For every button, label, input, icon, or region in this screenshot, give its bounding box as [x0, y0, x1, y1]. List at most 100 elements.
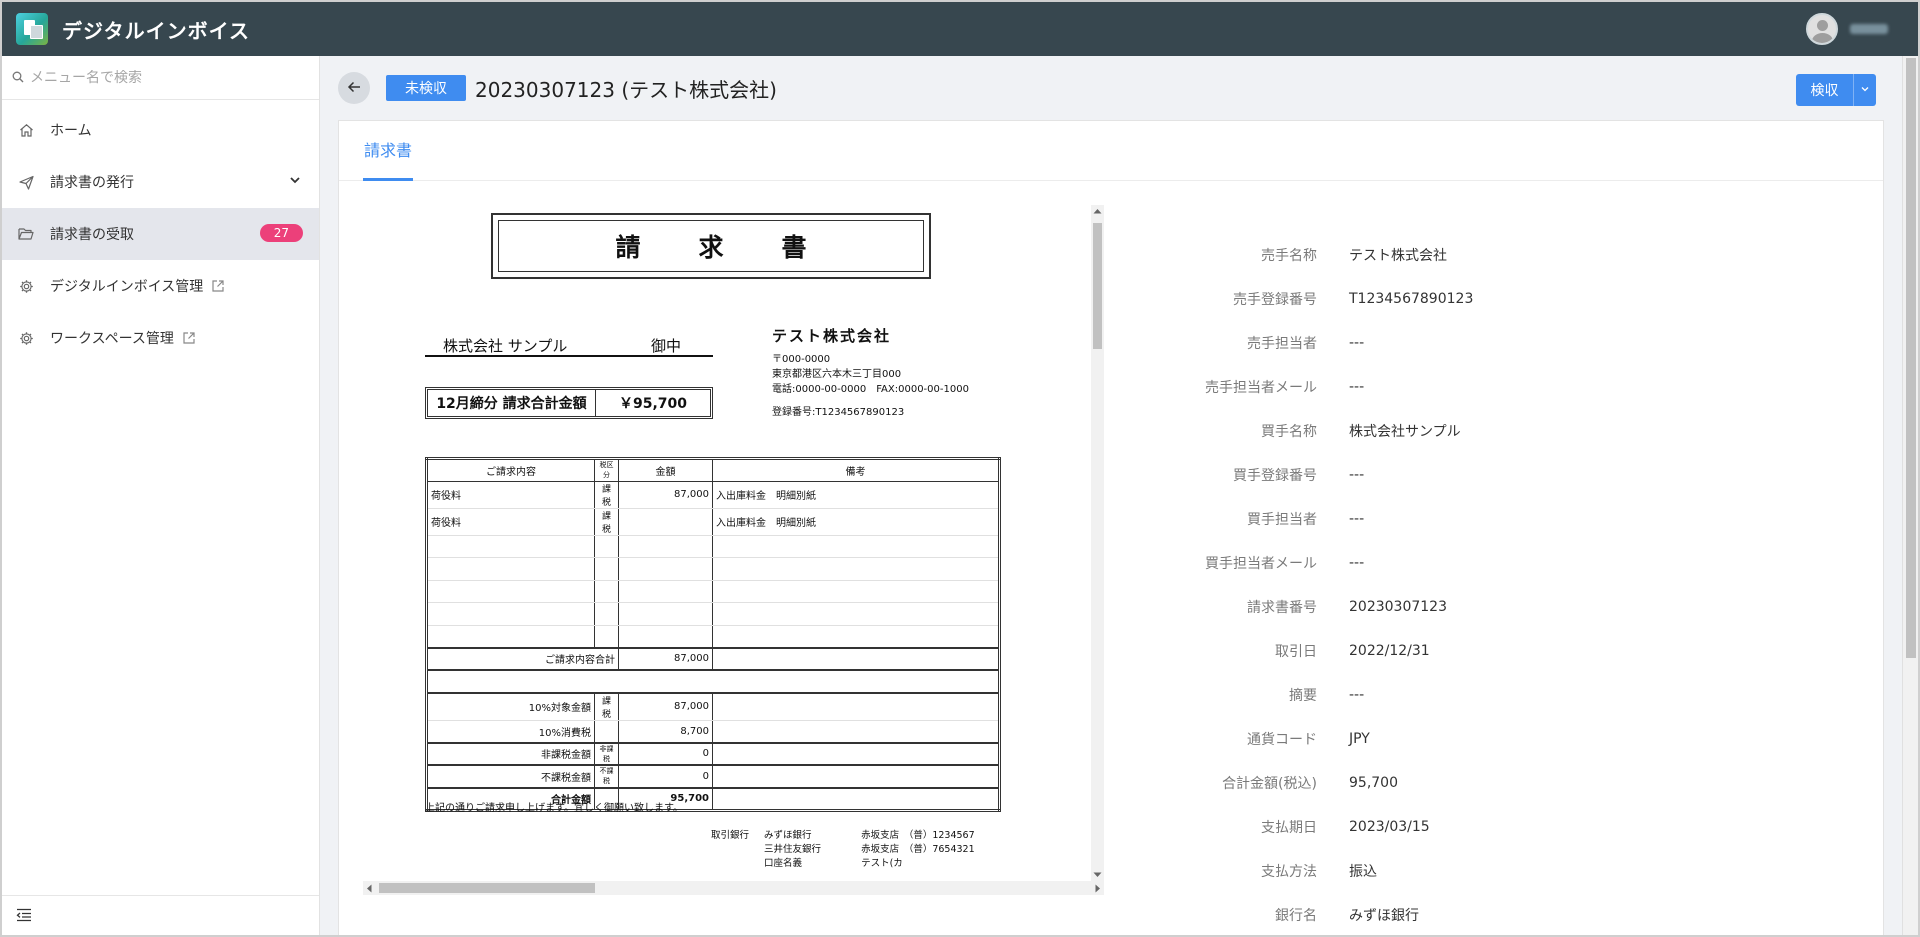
detail-value: 振込: [1349, 864, 1377, 880]
page-title: 20230307123 (テスト株式会社): [475, 77, 777, 102]
summary-row: 不課税金額 不課税 0: [426, 765, 1000, 789]
column-header: 備考: [712, 458, 1000, 482]
table-row: [426, 625, 1000, 648]
detail-value: ---: [1349, 467, 1365, 483]
cell-item: 荷役料: [426, 508, 595, 536]
total-label: 12月締分 請求合計金額: [428, 390, 596, 416]
sidebar-item-receive-invoice[interactable]: 請求書の受取 27: [2, 208, 319, 260]
main-area: 未検収 20230307123 (テスト株式会社) 検収 請求書 請求書 株式会…: [320, 56, 1902, 935]
invoice-recipient: 株式会社 サンプル 御中: [425, 333, 713, 357]
recipient-name: 株式会社 サンプル: [443, 337, 568, 355]
detail-value: ---: [1349, 335, 1365, 351]
accept-button[interactable]: 検収: [1796, 74, 1854, 106]
sidebar-item-label: 請求書の発行: [50, 175, 134, 191]
detail-label: 買手担当者: [1247, 512, 1317, 528]
invoice-viewer[interactable]: 請求書 株式会社 サンプル 御中 テスト株式会社 〒000-0000 東京都港区…: [363, 205, 1115, 895]
detail-label: 売手名称: [1261, 248, 1317, 264]
detail-value: ---: [1349, 687, 1365, 703]
subtotal-row: ご請求内容合計 87,000: [426, 646, 1000, 671]
detail-label: 請求書番号: [1247, 600, 1317, 616]
gear-icon: [18, 278, 34, 294]
table-row: 荷役料 課税 入出庫料金 明細別紙: [426, 508, 1000, 536]
column-header: ご請求内容: [426, 458, 595, 482]
detail-label: 取引日: [1275, 644, 1317, 660]
bank-branch: 赤坂支店 （普）7654321: [861, 844, 975, 855]
detail-row-summary: 摘要 ---: [1079, 673, 1859, 717]
detail-row-seller-contact: 売手担当者 ---: [1079, 321, 1859, 365]
seller-registration: 登録番号:T1234567890123: [772, 407, 905, 418]
bank-name: みずほ銀行: [764, 830, 812, 841]
summary-row: 10%消費税 8,700: [426, 720, 1000, 744]
menu-search-input[interactable]: [30, 69, 310, 86]
bank-info: 取引銀行 みずほ銀行 三井住友銀行 口座名義 赤坂支店 （普）1234567 赤…: [711, 829, 975, 871]
total-value: ￥95,700: [618, 396, 688, 412]
bank-branch: テスト(カ: [861, 858, 903, 869]
summary-label: 不課税金額: [426, 765, 595, 789]
detail-row-transaction-date: 取引日 2022/12/31: [1079, 629, 1859, 673]
user-name-blurred: [1850, 24, 1888, 34]
send-icon: [18, 174, 34, 190]
viewer-horizontal-scrollbar[interactable]: [363, 881, 1104, 895]
back-button[interactable]: [338, 72, 370, 104]
scroll-up-arrow-icon[interactable]: [1093, 208, 1102, 214]
cell-tax: 課税: [594, 481, 619, 509]
app-window: デジタルインボイス ホーム 請求書の発行: [0, 0, 1920, 937]
detail-value: テスト株式会社: [1349, 248, 1447, 264]
summary-label: 非課税金額: [426, 742, 595, 766]
page-vertical-scrollbar[interactable]: [1902, 56, 1918, 935]
external-link-icon: [211, 279, 225, 293]
summary-amount: 87,000: [618, 692, 713, 721]
folder-open-icon: [18, 226, 34, 242]
detail-label: 買手登録番号: [1233, 468, 1317, 484]
detail-value: みずほ銀行: [1349, 908, 1419, 924]
cell-note: 入出庫料金 明細別紙: [712, 481, 1000, 509]
detail-value: JPY: [1349, 731, 1370, 747]
detail-row-buyer-email: 買手担当者メール ---: [1079, 541, 1859, 585]
column-header: 税区分: [594, 458, 619, 482]
user-menu[interactable]: [1806, 13, 1888, 45]
accept-button-group: 検収: [1796, 74, 1876, 106]
table-row: [426, 580, 1000, 603]
scroll-left-arrow-icon[interactable]: [366, 884, 372, 893]
sidebar-item-label: 請求書の受取: [50, 227, 134, 243]
detail-value: 株式会社サンプル: [1349, 424, 1461, 440]
gear-icon: [18, 330, 34, 346]
detail-value: T1234567890123: [1349, 291, 1474, 307]
detail-label: 摘要: [1289, 688, 1317, 704]
summary-label: 10%対象金額: [426, 692, 595, 721]
tab-invoice[interactable]: 請求書: [363, 121, 414, 181]
viewer-horizontal-scroll-thumb[interactable]: [379, 883, 595, 893]
page-scroll-thumb[interactable]: [1906, 58, 1916, 658]
detail-value: ---: [1349, 555, 1365, 571]
sidebar-item-label: デジタルインボイス管理: [50, 279, 204, 295]
detail-row-currency: 通貨コード JPY: [1079, 717, 1859, 761]
sidebar-item-digital-invoice-admin[interactable]: デジタルインボイス管理: [2, 260, 319, 312]
detail-label: 買手担当者メール: [1205, 556, 1317, 572]
sidebar-item-workspace-admin[interactable]: ワークスペース管理: [2, 312, 319, 364]
sidebar-item-home[interactable]: ホーム: [2, 104, 319, 156]
detail-value: 2023/03/15: [1349, 819, 1430, 835]
invoice-title: 請求書: [498, 220, 924, 272]
sidebar-item-issue-invoice[interactable]: 請求書の発行: [2, 156, 319, 208]
table-header-row: ご請求内容 税区分 金額 備考: [426, 458, 1000, 482]
seller-address: 東京都港区六本木三丁目000: [772, 369, 902, 380]
collapse-menu-icon[interactable]: [16, 907, 32, 926]
page-header: 未検収 20230307123 (テスト株式会社) 検収: [320, 56, 1902, 120]
app-logo-icon[interactable]: [16, 13, 48, 45]
detail-row-invoice-number: 請求書番号 20230307123: [1079, 585, 1859, 629]
tab-bar: 請求書: [339, 121, 1883, 181]
summary-label: 10%消費税: [426, 720, 595, 744]
user-avatar-icon[interactable]: [1806, 13, 1838, 45]
chevron-down-icon[interactable]: [289, 174, 301, 190]
accept-dropdown-button[interactable]: [1854, 74, 1876, 106]
summary-row: 非課税金額 非課税 0: [426, 742, 1000, 766]
app-title[interactable]: デジタルインボイス: [62, 15, 250, 44]
status-badge: 未検収: [386, 75, 466, 101]
detail-value: ---: [1349, 379, 1365, 395]
detail-label: 売手担当者メール: [1205, 380, 1317, 396]
external-link-icon: [182, 331, 196, 345]
subtotal-value: 87,000: [618, 646, 713, 671]
invoice-items-table: ご請求内容 税区分 金額 備考 荷役料 課税 87,000 入出庫料金 明細別紙: [425, 457, 1001, 812]
detail-row-seller-name: 売手名称 テスト株式会社: [1079, 233, 1859, 277]
seller-tel: 電話:0000-00-0000 FAX:0000-00-1000: [772, 384, 969, 395]
